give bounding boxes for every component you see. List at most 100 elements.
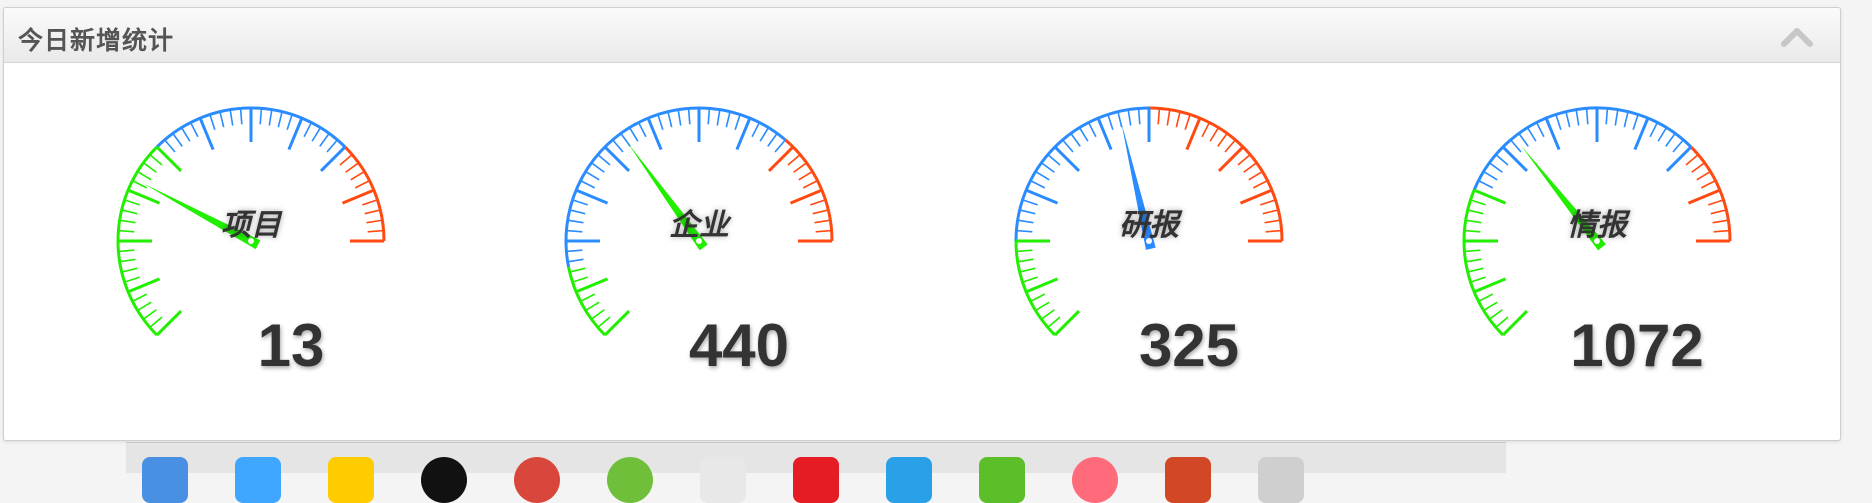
gauge-minor-tick — [1030, 293, 1046, 303]
gauge-minor-tick — [774, 139, 786, 153]
gauge-minor-tick — [209, 114, 216, 130]
gauge-major-tick — [1239, 188, 1273, 205]
gauge-minor-tick — [597, 154, 611, 166]
gauge-minor-tick — [677, 109, 682, 126]
gauge-minor-tick — [812, 209, 829, 215]
panel-header: 今日新增统计 — [4, 8, 1840, 63]
gauge-minor-tick — [1201, 122, 1211, 138]
gauge-minor-tick — [1518, 132, 1529, 147]
gauge-minor-tick — [1464, 229, 1481, 233]
gauge-minor-tick — [1712, 219, 1729, 224]
panel-title: 今日新增统计 — [18, 26, 175, 55]
gauge-minor-tick — [751, 122, 761, 138]
gauge-minor-tick — [119, 219, 136, 224]
gauge-minor-tick — [567, 258, 584, 263]
gauge-minor-tick — [1243, 162, 1258, 173]
gauge-minor-tick — [759, 127, 770, 142]
gauge-dial — [1462, 106, 1732, 337]
gauge-minor-tick — [1488, 162, 1503, 173]
gauge-minor-tick — [1260, 199, 1276, 206]
gauge-major-tick — [287, 117, 304, 151]
gauge-minor-tick — [366, 219, 383, 224]
gauge-major-tick — [319, 145, 347, 173]
gauge-minor-tick — [1535, 122, 1545, 138]
gauge-minor-tick — [815, 229, 832, 233]
gauge-minor-tick — [1614, 109, 1619, 126]
gauge-major-tick — [1025, 277, 1059, 294]
gauge-dial — [116, 106, 386, 337]
gauge-minor-tick — [350, 170, 365, 181]
gauge-minor-tick — [580, 293, 596, 303]
gauge-arc-band — [784, 138, 834, 242]
gauge-minor-tick — [725, 111, 731, 128]
gauge-major-tick — [1501, 145, 1529, 173]
gauge-minor-tick — [1467, 267, 1484, 273]
gauge-minor-tick — [1078, 127, 1089, 142]
gauge-minor-tick — [667, 111, 673, 128]
gauge-major-tick — [767, 145, 795, 173]
gauge-minor-tick — [1035, 170, 1050, 181]
gauge-minor-tick — [597, 316, 611, 328]
gauge-minor-tick — [1209, 127, 1220, 142]
dock — [126, 442, 1506, 503]
gauge-dial — [564, 106, 834, 337]
gauge-minor-tick — [1040, 162, 1055, 173]
gauge-minor-tick — [326, 139, 338, 153]
gauge-minor-tick — [1464, 249, 1481, 253]
gauge-minor-tick — [118, 229, 135, 233]
gauge-minor-tick — [585, 170, 600, 181]
gauge-minor-tick — [802, 179, 818, 189]
gauge-major-tick — [1473, 277, 1507, 294]
gauge-projects: 项目 13 — [43, 63, 463, 440]
gauge-minor-tick — [798, 170, 813, 181]
gauge-minor-tick — [1467, 209, 1484, 215]
gauge-minor-tick — [687, 108, 691, 125]
gauge-minor-tick — [1575, 109, 1580, 126]
collapse-button[interactable] — [1780, 24, 1814, 50]
gauge-value: 325 — [1138, 312, 1240, 379]
gauge-minor-tick — [142, 162, 157, 173]
gauge-minor-tick — [657, 114, 664, 130]
gauge-minor-tick — [119, 258, 136, 263]
gauge-minor-tick — [793, 162, 808, 173]
gauge-minor-tick — [229, 109, 234, 126]
gauge-minor-tick — [1470, 199, 1486, 206]
gauge-minor-tick — [1708, 199, 1724, 206]
gauge-minor-tick — [149, 154, 163, 166]
gauge-minor-tick — [1632, 114, 1639, 130]
gauge-minor-tick — [1483, 170, 1498, 181]
gauge-dial — [1014, 106, 1284, 337]
gauge-minor-tick — [1495, 316, 1509, 328]
gauge-minor-tick — [1047, 316, 1061, 328]
gauge-minor-tick — [259, 108, 263, 125]
gauge-value: 440 — [688, 312, 790, 379]
gauge-major-tick — [1053, 309, 1081, 337]
gauge-minor-tick — [1565, 111, 1571, 128]
gauge-minor-tick — [367, 229, 384, 233]
gauge-minor-tick — [1265, 229, 1282, 233]
gauge-major-tick — [575, 188, 609, 205]
gauge-minor-tick — [1087, 122, 1097, 138]
gauge-minor-tick — [1017, 258, 1034, 263]
gauge-minor-tick — [787, 154, 801, 166]
gauge-minor-tick — [1117, 111, 1123, 128]
gauge-minor-tick — [1016, 249, 1033, 253]
gauge-minor-tick — [124, 276, 140, 283]
gauge-major-tick — [1185, 117, 1202, 151]
gauge-intelligence: 情报 1072 — [1389, 63, 1809, 440]
gauge-minor-tick — [569, 267, 586, 273]
gauge-minor-tick — [124, 199, 140, 206]
gauge-minor-tick — [1062, 139, 1074, 153]
gauge-minor-tick — [339, 154, 353, 166]
gauge-minor-tick — [118, 249, 135, 253]
gauge-minor-tick — [590, 309, 605, 320]
gauge-major-tick — [1633, 117, 1650, 151]
gauge-major-tick — [603, 145, 631, 173]
gauge-minor-tick — [137, 170, 152, 181]
gauge-major-tick — [1501, 309, 1529, 337]
gauge-major-tick — [1053, 145, 1081, 173]
gauge-label: 企业 — [669, 208, 729, 243]
gauge-minor-tick — [707, 108, 711, 125]
gauge-minor-tick — [1605, 108, 1609, 125]
gauge-minor-tick — [1184, 114, 1191, 130]
